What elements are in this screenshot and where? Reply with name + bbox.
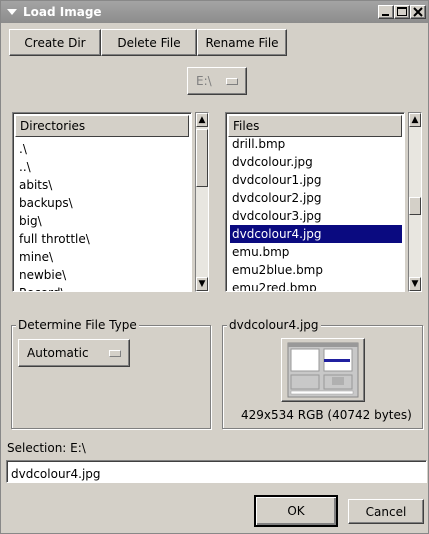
scroll-down-arrow-icon[interactable]: ▼ <box>409 277 421 291</box>
files-items: drill.bmp dvdcolour.jpg dvdcolour1.jpg d… <box>230 135 402 291</box>
selection-label: Selection: E:\ <box>7 441 86 455</box>
cancel-button[interactable]: Cancel <box>348 499 424 524</box>
maximize-button[interactable] <box>394 5 410 19</box>
file-item[interactable]: emu.bmp <box>230 243 402 261</box>
file-type-legend: Determine File Type <box>16 318 139 332</box>
preview-info: 429x534 RGB (40742 bytes) <box>241 408 412 422</box>
files-scrollbar[interactable]: ▲ ▼ <box>408 112 422 292</box>
directory-item[interactable]: mine\ <box>17 248 189 266</box>
minimize-icon <box>382 14 389 16</box>
directories-header: Directories <box>15 115 189 137</box>
preview-filename: dvdcolour4.jpg <box>227 318 321 332</box>
rename-file-button[interactable]: Rename File <box>197 29 287 56</box>
directory-item[interactable]: backups\ <box>17 194 189 212</box>
close-button[interactable] <box>410 5 426 19</box>
file-item[interactable]: emu2blue.bmp <box>230 261 402 279</box>
file-type-select[interactable]: Automatic <box>18 339 130 367</box>
file-item-selected[interactable]: dvdcolour4.jpg <box>230 225 402 243</box>
directory-item[interactable]: full throttle\ <box>17 230 189 248</box>
directory-item[interactable]: ..\ <box>17 158 189 176</box>
ok-button[interactable]: OK <box>254 495 338 527</box>
create-dir-button[interactable]: Create Dir <box>9 29 101 56</box>
directory-item[interactable]: Record\ <box>17 284 189 291</box>
file-type-value: Automatic <box>27 346 89 360</box>
file-item[interactable]: emu2red.bmp <box>230 279 402 291</box>
title-bar[interactable]: Load Image <box>1 1 428 23</box>
directory-item[interactable]: newbie\ <box>17 266 189 284</box>
directory-item[interactable]: abits\ <box>17 176 189 194</box>
directories-items: .\ ..\ abits\ backups\ big\ full throttl… <box>17 140 189 291</box>
directories-list[interactable]: Directories .\ ..\ abits\ backups\ big\ … <box>12 112 192 292</box>
dropdown-indicator-icon <box>226 78 238 85</box>
file-item[interactable]: dvdcolour2.jpg <box>230 189 402 207</box>
dropdown-indicator-icon <box>109 350 121 357</box>
file-type-group: Determine File Type Automatic <box>11 318 211 429</box>
load-image-dialog: Load Image Create Dir Delete File Rename… <box>0 0 429 534</box>
drive-select[interactable]: E:\ <box>187 67 247 95</box>
scroll-up-arrow-icon[interactable]: ▲ <box>196 113 208 127</box>
selection-input[interactable] <box>6 460 427 483</box>
preview-group: dvdcolour4.jpg 429x534 RGB (40742 bytes) <box>222 318 423 429</box>
files-header: Files <box>228 115 402 137</box>
directory-item[interactable]: big\ <box>17 212 189 230</box>
window-menu-icon[interactable] <box>5 5 19 19</box>
preview-thumbnail[interactable] <box>281 338 365 402</box>
preview-image <box>287 342 359 398</box>
scroll-thumb[interactable] <box>196 129 208 187</box>
delete-file-button[interactable]: Delete File <box>101 29 197 56</box>
scroll-up-arrow-icon[interactable]: ▲ <box>409 113 421 127</box>
file-item[interactable]: dvdcolour.jpg <box>230 153 402 171</box>
drive-value: E:\ <box>196 74 212 88</box>
directory-item[interactable]: .\ <box>17 140 189 158</box>
directories-scrollbar[interactable]: ▲ ▼ <box>195 112 209 292</box>
maximize-icon <box>397 7 407 16</box>
scroll-down-arrow-icon[interactable]: ▼ <box>196 277 208 291</box>
files-list[interactable]: Files drill.bmp dvdcolour.jpg dvdcolour1… <box>225 112 405 292</box>
file-item[interactable]: dvdcolour3.jpg <box>230 207 402 225</box>
window-title: Load Image <box>23 5 102 19</box>
scroll-thumb[interactable] <box>409 197 421 215</box>
close-icon <box>413 7 423 17</box>
file-item[interactable]: drill.bmp <box>230 135 402 153</box>
minimize-button[interactable] <box>378 5 394 19</box>
file-item[interactable]: dvdcolour1.jpg <box>230 171 402 189</box>
